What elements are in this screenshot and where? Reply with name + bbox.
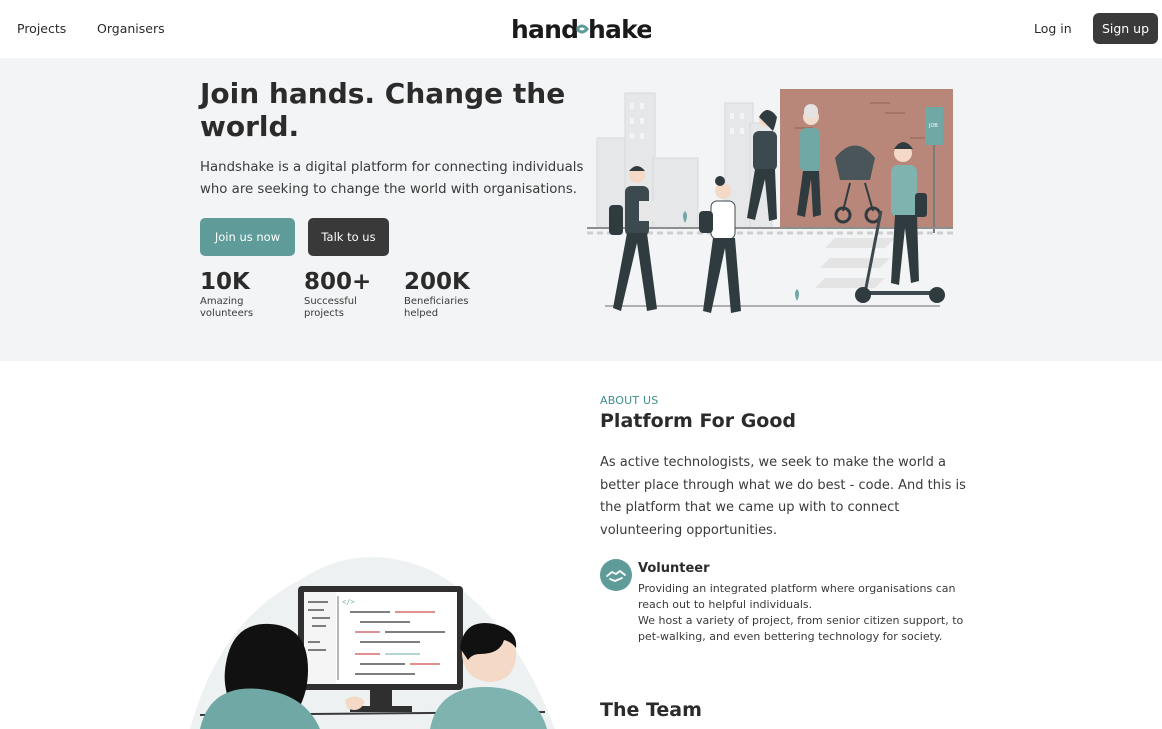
svg-text:hand: hand — [511, 15, 578, 44]
svg-text:hake: hake — [588, 15, 651, 44]
login-link[interactable]: Log in — [1034, 21, 1072, 36]
handshake-logo[interactable]: hand hake — [511, 13, 653, 51]
stat-beneficiaries: 200K Beneficiaries helped — [404, 268, 474, 320]
feature-text-line-1: Providing an integrated platform where o… — [638, 582, 956, 611]
feature-volunteer-title: Volunteer — [638, 561, 710, 576]
svg-text:</>: </> — [342, 598, 355, 606]
hero-description: Handshake is a digital platform for conn… — [200, 160, 584, 197]
nav-projects-link[interactable]: Projects — [17, 21, 66, 36]
handshake-icon — [600, 559, 632, 591]
stat-volunteers: 10K Amazing volunteers — [200, 268, 270, 320]
stat-value: 200K — [404, 269, 470, 295]
hero-section: Join hands. Change the world. Handshake … — [0, 58, 1162, 361]
stat-label: Amazing volunteers — [200, 296, 254, 319]
team-title: The Team — [600, 699, 702, 721]
logo-wordmark: hand hake — [511, 15, 653, 44]
nav-organisers-link[interactable]: Organisers — [97, 21, 165, 36]
about-title: Platform For Good — [600, 410, 796, 432]
feature-volunteer-text: Providing an integrated platform where o… — [638, 581, 983, 645]
hero-title: Join hands. Change the world. — [200, 77, 566, 143]
about-description: As active technologists, we seek to make… — [600, 455, 966, 538]
about-eyebrow: ABOUT US — [600, 394, 659, 407]
job-sign-text: JOB — [928, 123, 938, 129]
top-navigation: Projects Organisers hand hake Log in Sig… — [0, 0, 1162, 58]
stat-value: 10K — [200, 269, 250, 295]
stat-label: Successful projects — [304, 296, 357, 319]
hero-illustration: JOB — [587, 89, 953, 313]
talk-to-us-button[interactable]: Talk to us — [308, 218, 389, 256]
feature-text-line-2: We host a variety of project, from senio… — [638, 614, 964, 643]
stat-label: Beneficiaries helped — [404, 296, 469, 319]
handshake-icon-glyph — [606, 570, 626, 582]
signup-button[interactable]: Sign up — [1093, 13, 1158, 44]
about-illustration: </> — [190, 557, 555, 729]
stat-projects: 800+ Successful projects — [304, 268, 374, 320]
stat-value: 800+ — [304, 269, 372, 295]
join-us-button[interactable]: Join us now — [200, 218, 295, 256]
